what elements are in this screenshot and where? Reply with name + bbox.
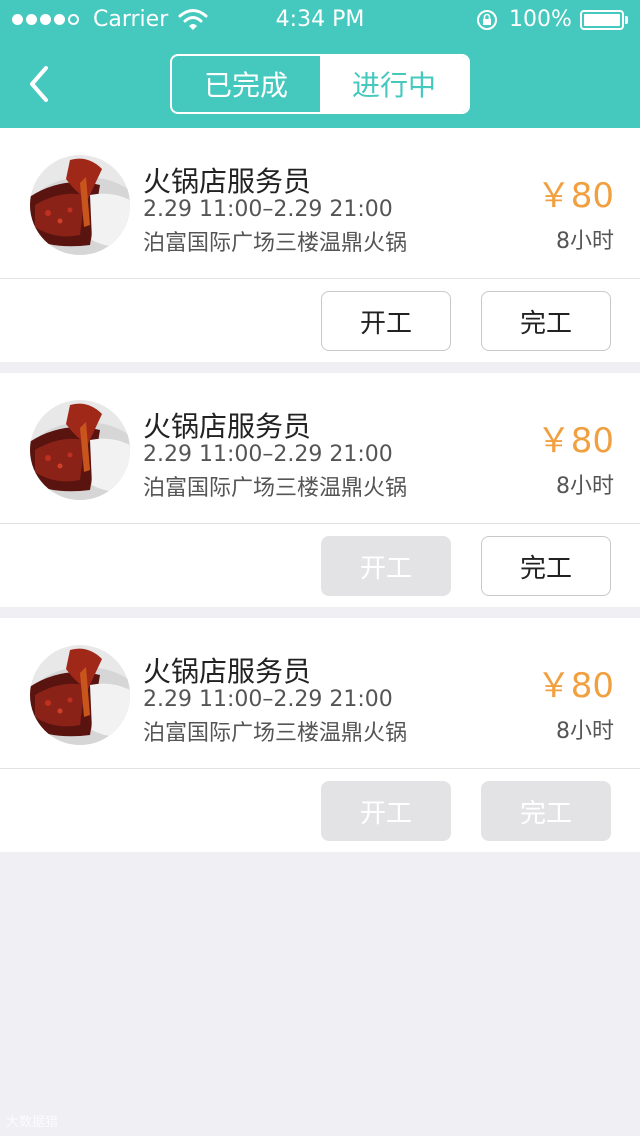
top-bar: Carrier 4:34 PM 100% 已完成 进行中 — [0, 0, 640, 128]
chevron-left-icon — [30, 66, 48, 102]
job-price: ￥80 — [536, 176, 614, 216]
job-title: 火锅店服务员 — [143, 655, 312, 688]
start-work-button: 开工 — [321, 536, 451, 596]
job-duration: 8小时 — [556, 229, 614, 254]
battery-icon — [580, 10, 624, 30]
job-time: 2.29 11:00–2.29 21:00 — [143, 442, 393, 467]
job-thumbnail — [30, 155, 130, 255]
start-work-button[interactable]: 开工 — [321, 291, 451, 351]
job-price: ￥80 — [536, 421, 614, 461]
finish-work-button: 完工 — [481, 781, 611, 841]
battery-percentage: 100% — [509, 7, 572, 32]
start-work-button: 开工 — [321, 781, 451, 841]
job-info[interactable]: 火锅店服务员 2.29 11:00–2.29 21:00 泊富国际广场三楼温鼎火… — [0, 373, 640, 524]
job-duration: 8小时 — [556, 719, 614, 744]
watermark: 大数据猎 — [6, 1115, 59, 1130]
job-card[interactable]: 火锅店服务员 2.29 11:00–2.29 21:00 泊富国际广场三楼温鼎火… — [0, 128, 640, 362]
tab-in-progress[interactable]: 进行中 — [320, 56, 468, 112]
rotation-lock-icon — [476, 9, 498, 35]
job-time: 2.29 11:00–2.29 21:00 — [143, 687, 393, 712]
job-address: 泊富国际广场三楼温鼎火锅 — [143, 721, 408, 746]
job-info[interactable]: 火锅店服务员 2.29 11:00–2.29 21:00 泊富国际广场三楼温鼎火… — [0, 128, 640, 279]
job-duration: 8小时 — [556, 474, 614, 499]
job-thumbnail — [30, 400, 130, 500]
job-card[interactable]: 火锅店服务员 2.29 11:00–2.29 21:00 泊富国际广场三楼温鼎火… — [0, 618, 640, 852]
status-segmented-control: 已完成 进行中 — [170, 54, 470, 114]
job-thumbnail — [30, 645, 130, 745]
job-card[interactable]: 火锅店服务员 2.29 11:00–2.29 21:00 泊富国际广场三楼温鼎火… — [0, 373, 640, 607]
job-address: 泊富国际广场三楼温鼎火锅 — [143, 476, 408, 501]
back-button[interactable] — [24, 64, 56, 104]
finish-work-button[interactable]: 完工 — [481, 291, 611, 351]
job-price: ￥80 — [536, 666, 614, 706]
job-actions: 开工 完工 — [0, 769, 640, 852]
status-bar: Carrier 4:34 PM 100% — [0, 0, 640, 40]
job-title: 火锅店服务员 — [143, 165, 312, 198]
job-time: 2.29 11:00–2.29 21:00 — [143, 197, 393, 222]
job-address: 泊富国际广场三楼温鼎火锅 — [143, 231, 408, 256]
job-actions: 开工 完工 — [0, 524, 640, 607]
job-title: 火锅店服务员 — [143, 410, 312, 443]
tab-completed[interactable]: 已完成 — [172, 56, 320, 112]
job-actions: 开工 完工 — [0, 279, 640, 362]
job-info[interactable]: 火锅店服务员 2.29 11:00–2.29 21:00 泊富国际广场三楼温鼎火… — [0, 618, 640, 769]
finish-work-button[interactable]: 完工 — [481, 536, 611, 596]
